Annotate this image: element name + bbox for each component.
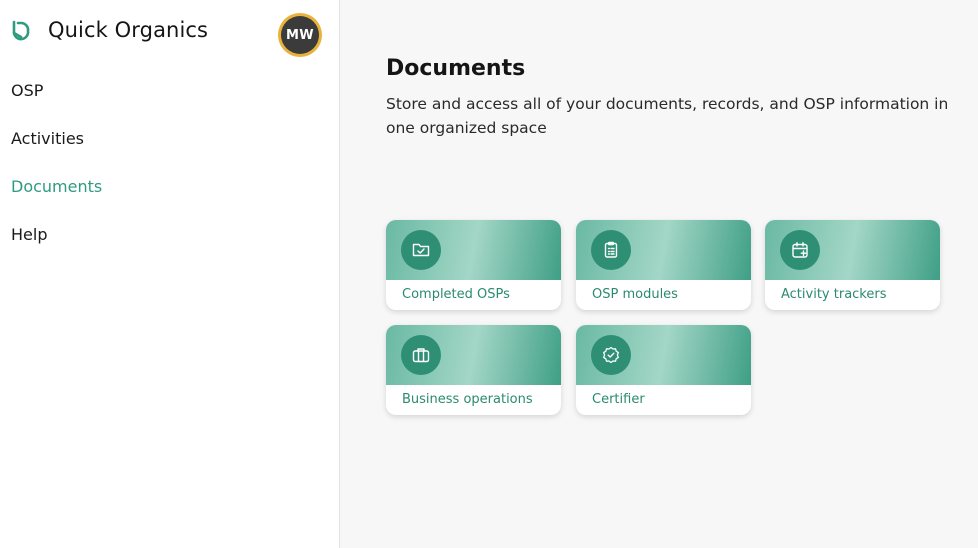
card-banner	[386, 325, 561, 385]
card-completed-osps[interactable]: Completed OSPs	[386, 220, 561, 310]
brand[interactable]: Quick Organics	[10, 18, 208, 42]
card-label: Completed OSPs	[402, 287, 510, 302]
avatar[interactable]: MW	[281, 16, 319, 54]
card-label: Activity trackers	[781, 287, 887, 302]
card-certifier[interactable]: Certifier	[576, 325, 751, 415]
card-osp-modules[interactable]: OSP modules	[576, 220, 751, 310]
sidebar-item-help[interactable]: Help	[11, 224, 102, 272]
main-content: Documents Store and access all of your d…	[340, 0, 978, 548]
app-window: Quick Organics MW OSP Activities Documen…	[0, 0, 978, 548]
briefcase-icon	[401, 335, 441, 375]
folder-check-icon	[401, 230, 441, 270]
card-label: OSP modules	[592, 287, 678, 302]
page-title: Documents	[386, 56, 526, 81]
avatar-initials: MW	[286, 27, 314, 43]
sidebar: Quick Organics MW OSP Activities Documen…	[0, 0, 340, 548]
clipboard-list-icon	[591, 230, 631, 270]
card-banner	[576, 220, 751, 280]
brand-name: Quick Organics	[48, 18, 209, 42]
card-banner	[386, 220, 561, 280]
calendar-plus-icon	[780, 230, 820, 270]
sidebar-item-osp[interactable]: OSP	[11, 80, 102, 128]
card-label: Business operations	[402, 392, 533, 407]
card-activity-trackers[interactable]: Activity trackers	[765, 220, 940, 310]
sidebar-nav: OSP Activities Documents Help	[11, 80, 102, 272]
page-description: Store and access all of your documents, …	[386, 95, 949, 137]
badge-check-icon	[591, 335, 631, 375]
card-banner	[765, 220, 940, 280]
quick-organics-logo-icon	[10, 19, 32, 41]
sidebar-item-documents[interactable]: Documents	[11, 176, 102, 224]
sidebar-item-activities[interactable]: Activities	[11, 128, 102, 176]
card-banner	[576, 325, 751, 385]
card-label: Certifier	[592, 392, 645, 407]
card-business-operations[interactable]: Business operations	[386, 325, 561, 415]
